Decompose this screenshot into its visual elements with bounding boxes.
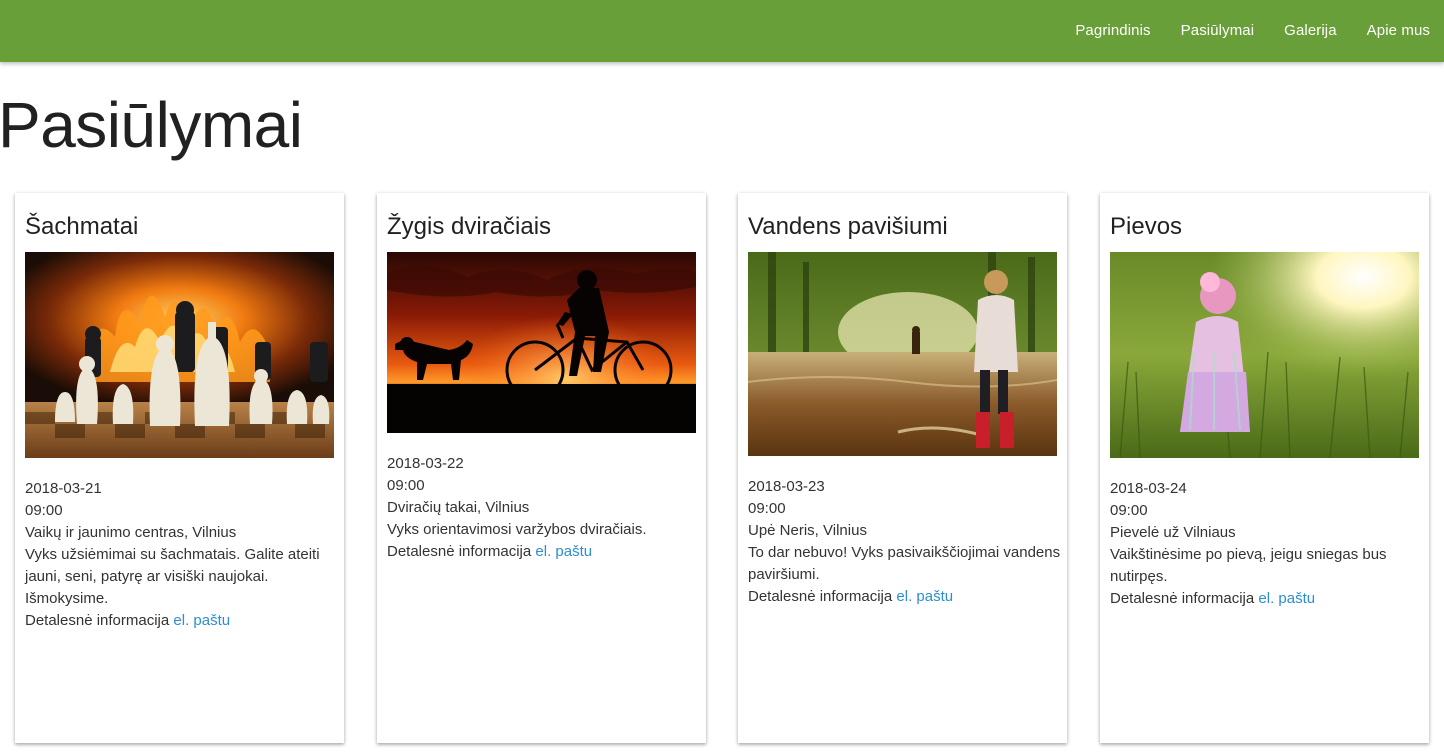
bicycle-photo [387, 252, 696, 433]
card-contact: Detalesnė informacija el. paštu [748, 586, 1063, 608]
contact-label: Detalesnė informacija [748, 588, 893, 605]
card-details: 2018-03-24 09:00 Pievelė už Vilniaus Vai… [1110, 478, 1425, 610]
card-time: 09:00 [1110, 502, 1148, 519]
contact-label: Detalesnė informacija [25, 612, 170, 629]
card-location: Dviračių takai, Vilnius [387, 499, 530, 516]
card-title: Vandens pavišiumi [748, 213, 948, 240]
contact-label: Detalesnė informacija [1110, 590, 1255, 607]
card-title: Žygis dviračiais [387, 213, 552, 240]
email-link[interactable]: el. paštu [896, 588, 953, 605]
nav-menu: Pagrindinis Pasiūlymai Galerija Apie mus [1075, 0, 1430, 60]
water-image-graphic [748, 252, 1057, 456]
card-description: To dar nebuvo! Vyks pasivaikščiojimai va… [748, 544, 1061, 583]
nav-item-galerija[interactable]: Galerija [1284, 22, 1337, 39]
card-date: 2018-03-24 [1110, 480, 1187, 497]
card-time: 09:00 [25, 502, 63, 519]
card-time: 09:00 [748, 500, 786, 517]
card-contact: Detalesnė informacija el. paštu [1110, 588, 1425, 610]
top-navbar: Pagrindinis Pasiūlymai Galerija Apie mus [0, 0, 1444, 62]
chess-photo [25, 252, 334, 458]
email-link[interactable]: el. paštu [173, 612, 230, 629]
meadow-photo [1110, 252, 1419, 458]
email-link[interactable]: el. paštu [535, 543, 592, 560]
card-description: Vaikštinėsime po pievą, jeigu sniegas bu… [1110, 546, 1387, 585]
card-location: Upė Neris, Vilnius [748, 522, 867, 539]
card-description: Vyks orientavimosi varžybos dviračiais. [387, 521, 647, 538]
page-title: Pasiūlymai [0, 89, 303, 161]
card-details: 2018-03-23 09:00 Upė Neris, Vilnius To d… [748, 476, 1063, 608]
nav-item-apie-mus[interactable]: Apie mus [1367, 22, 1430, 39]
card-date: 2018-03-23 [748, 478, 825, 495]
meadow-image-graphic [1110, 252, 1419, 458]
card-location: Pievelė už Vilniaus [1110, 524, 1236, 541]
offer-card-vandens-pavisiumi: Vandens pavišiumi 2018-03-23 09:00 Upė N… [738, 193, 1067, 743]
card-date: 2018-03-22 [387, 455, 464, 472]
card-date: 2018-03-21 [25, 480, 102, 497]
offer-card-sachmatai: Šachmatai 2018-03-21 09:00 Vaikų ir jaun… [15, 193, 344, 743]
card-title: Pievos [1110, 213, 1183, 240]
card-details: 2018-03-21 09:00 Vaikų ir jaunimo centra… [25, 478, 340, 632]
contact-label: Detalesnė informacija [387, 543, 532, 560]
card-location: Vaikų ir jaunimo centras, Vilnius [25, 524, 237, 541]
card-details: 2018-03-22 09:00 Dviračių takai, Vilnius… [387, 453, 702, 563]
card-contact: Detalesnė informacija el. paštu [387, 541, 702, 563]
nav-item-pagrindinis[interactable]: Pagrindinis [1075, 22, 1150, 39]
card-description: Vyks užsiėmimai su šachmatais. Galite at… [25, 546, 320, 607]
offer-card-zygis-dviraciais: Žygis dviračiais 2018-03-22 09:00 Dvirač… [377, 193, 706, 743]
email-link[interactable]: el. paštu [1258, 590, 1315, 607]
card-title: Šachmatai [25, 213, 139, 240]
nav-item-pasiulymai[interactable]: Pasiūlymai [1181, 22, 1255, 39]
card-time: 09:00 [387, 477, 425, 494]
chess-image-graphic [25, 252, 334, 458]
card-contact: Detalesnė informacija el. paštu [25, 610, 340, 632]
water-walk-photo [748, 252, 1057, 456]
bicycle-image-graphic [387, 252, 696, 433]
offer-card-pievos: Pievos 2018-03-24 09:00 Pievelė už Vilni… [1100, 193, 1429, 743]
